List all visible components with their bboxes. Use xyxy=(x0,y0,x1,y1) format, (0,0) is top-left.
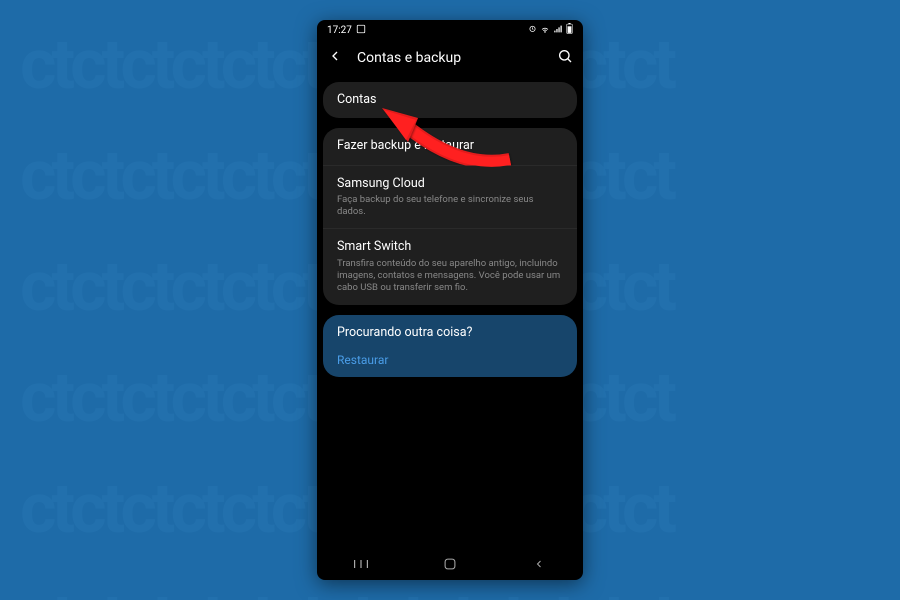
looking-prompt: Procurando outra coisa? xyxy=(337,325,563,341)
item-title: Smart Switch xyxy=(337,239,563,255)
app-bar: Contas e backup xyxy=(317,40,583,76)
item-contas[interactable]: Contas xyxy=(323,82,577,118)
item-samsung-cloud[interactable]: Samsung Cloud Faça backup do seu telefon… xyxy=(323,165,577,229)
status-time: 17:27 xyxy=(327,25,352,36)
item-title: Samsung Cloud xyxy=(337,176,563,192)
alarm-icon xyxy=(528,24,537,36)
search-button[interactable] xyxy=(557,48,573,68)
item-subtitle: Faça backup do seu telefone e sincronize… xyxy=(337,194,563,219)
item-subtitle: Transfira conteúdo do seu aparelho antig… xyxy=(337,258,563,295)
item-smart-switch[interactable]: Smart Switch Transfira conteúdo do seu a… xyxy=(323,228,577,304)
status-bar: 17:27 xyxy=(317,20,583,40)
screenshot-icon xyxy=(356,24,366,37)
wifi-icon xyxy=(540,24,550,37)
settings-group-2: Fazer backup e restaurar Samsung Cloud F… xyxy=(323,128,577,304)
back-button[interactable] xyxy=(327,48,343,68)
looking-for-card: Procurando outra coisa? Restaurar xyxy=(323,315,577,377)
item-title: Fazer backup e restaurar xyxy=(337,138,563,154)
item-title: Contas xyxy=(337,92,563,108)
restore-link[interactable]: Restaurar xyxy=(337,353,563,367)
page-title: Contas e backup xyxy=(357,50,557,66)
recents-button[interactable] xyxy=(341,557,381,571)
phone-frame: 17:27 Contas e backup xyxy=(317,20,583,580)
item-backup-restore[interactable]: Fazer backup e restaurar xyxy=(323,128,577,164)
navigation-bar xyxy=(317,548,583,580)
content-area: Contas Fazer backup e restaurar Samsung … xyxy=(317,76,583,548)
signal-icon xyxy=(553,24,563,37)
home-button[interactable] xyxy=(430,557,470,571)
battery-icon xyxy=(566,23,573,37)
settings-group-1: Contas xyxy=(323,82,577,118)
looking-for-item: Procurando outra coisa? Restaurar xyxy=(323,315,577,377)
nav-back-button[interactable] xyxy=(519,557,559,571)
